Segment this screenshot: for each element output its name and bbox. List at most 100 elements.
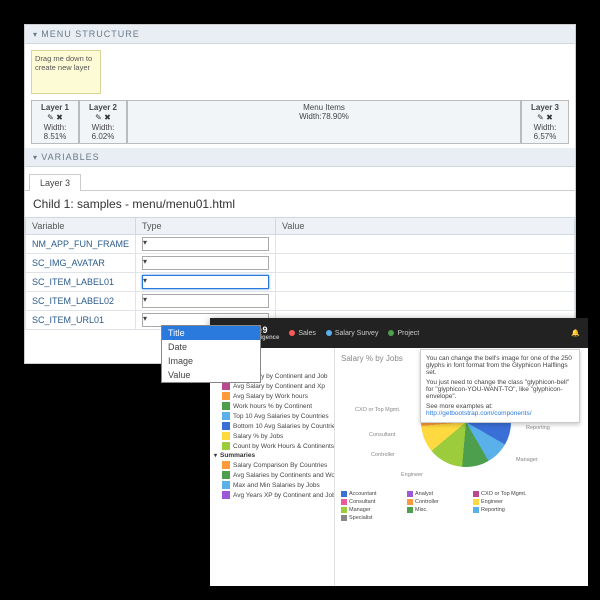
sidebar-item-summary[interactable]: Salary Comparison By Countries: [214, 460, 330, 470]
legend-item[interactable]: Controller: [407, 499, 467, 505]
sidebar-item-summary[interactable]: Max and Min Salaries by Jobs: [214, 480, 330, 490]
legend-item[interactable]: Engineer: [473, 499, 533, 505]
layer-icons[interactable]: ✎ ✖: [524, 113, 566, 122]
table-row: SC_ITEM_LABEL02 ▾: [26, 292, 575, 311]
pie-label: CXO or Top Mgmt.: [355, 407, 400, 413]
chart-icon: [222, 402, 230, 410]
legend-swatch: [473, 499, 479, 505]
layer-title: Layer 2: [82, 103, 124, 112]
legend-item[interactable]: CXO or Top Mgmt.: [473, 491, 533, 497]
layer-width: Width: 6.02%: [82, 123, 124, 141]
pie-label: Manager: [516, 457, 538, 463]
pie-label: Consultant: [369, 432, 395, 438]
pie-label: Engineer: [401, 472, 423, 478]
col-value[interactable]: Value: [276, 218, 575, 235]
legend-swatch: [341, 515, 347, 521]
sidebar-item-summary[interactable]: Avg Years XP by Continent and Job: [214, 490, 330, 500]
dropdown-option[interactable]: Date: [162, 340, 260, 354]
legend-item[interactable]: Accountant: [341, 491, 401, 497]
sidebar-item-summary[interactable]: Avg Salaries by Continents and Work hour…: [214, 470, 330, 480]
tab-bar: Layer 3: [25, 173, 575, 191]
var-name: SC_ITEM_LABEL02: [26, 292, 136, 311]
sidebar: Dashboard Charts Avg Salary by Continent…: [210, 348, 335, 586]
layer-width: Width: 6.57%: [524, 123, 566, 141]
top-nav: scriptcase9 Business Intelligence Sales …: [210, 318, 588, 348]
summary-icon: [222, 471, 230, 479]
legend-swatch: [341, 491, 347, 497]
sidebar-item-chart[interactable]: Bottom 10 Avg Salaries by Countries: [214, 421, 330, 431]
layer-icons[interactable]: ✎ ✖: [34, 113, 76, 122]
chart-icon: [222, 382, 230, 390]
dropdown-option[interactable]: Image: [162, 354, 260, 368]
table-row: NM_APP_FUN_FRAME ▾: [26, 235, 575, 254]
layer-box-3[interactable]: Layer 3 ✎ ✖ Width: 6.57%: [521, 100, 569, 144]
type-select[interactable]: ▾: [142, 294, 269, 308]
table-row: SC_ITEM_LABEL01 ▾: [26, 273, 575, 292]
sidebar-item-chart[interactable]: Count by Work Hours & Continents: [214, 441, 330, 451]
sidebar-group-summaries[interactable]: Summaries: [214, 451, 330, 460]
legend-item[interactable]: Analyst: [407, 491, 467, 497]
legend-item[interactable]: Manager: [341, 507, 401, 513]
bell-area[interactable]: 🔔 You can change the bell's image for on…: [571, 329, 580, 337]
sidebar-item-chart[interactable]: Salary % by Jobs: [214, 431, 330, 441]
legend-item[interactable]: Specialist: [341, 515, 401, 521]
sticky-note[interactable]: Drag me down to create new layer: [31, 50, 101, 94]
tooltip-link[interactable]: http://getbootstrap.com/components/: [426, 410, 532, 417]
layers-row: Layer 1 ✎ ✖ Width: 8.51% Layer 2 ✎ ✖ Wid…: [31, 100, 569, 144]
dot-icon: [326, 330, 332, 336]
type-dropdown[interactable]: Title Date Image Value: [161, 325, 261, 383]
legend-swatch: [407, 491, 413, 497]
nav-project[interactable]: Project: [388, 330, 419, 337]
type-select-open[interactable]: ▾: [142, 275, 269, 289]
tab-layer3[interactable]: Layer 3: [29, 174, 81, 191]
type-select[interactable]: ▾: [142, 256, 269, 270]
summary-icon: [222, 461, 230, 469]
dot-icon: [289, 330, 295, 336]
chart-icon: [222, 442, 230, 450]
dropdown-option[interactable]: Title: [162, 326, 260, 340]
bell-icon[interactable]: 🔔: [571, 330, 580, 337]
legend-item[interactable]: Reporting: [473, 507, 533, 513]
nav-sales[interactable]: Sales: [289, 330, 316, 337]
dashboard-panel: scriptcase9 Business Intelligence Sales …: [210, 318, 588, 586]
legend-swatch: [473, 507, 479, 513]
type-select[interactable]: ▾: [142, 237, 269, 251]
legend-swatch: [341, 507, 347, 513]
col-variable[interactable]: Variable: [26, 218, 136, 235]
sidebar-item-chart[interactable]: Avg Salary by Work hours: [214, 391, 330, 401]
chart-icon: [222, 432, 230, 440]
legend-swatch: [473, 491, 479, 497]
dot-icon: [388, 330, 394, 336]
child-label: Child 1: samples - menu/menu01.html: [25, 191, 575, 217]
dropdown-option[interactable]: Value: [162, 368, 260, 382]
nav-salary-survey[interactable]: Salary Survey: [326, 330, 379, 337]
pie-label: Reporting: [526, 425, 550, 431]
menu-structure-header[interactable]: MENU STRUCTURE: [25, 25, 575, 44]
legend-item[interactable]: Consultant: [341, 499, 401, 505]
var-name: SC_ITEM_URL01: [26, 311, 136, 330]
bell-tooltip: You can change the bell's image for one …: [420, 349, 580, 423]
menu-items-box[interactable]: Menu Items Width:78.90%: [127, 100, 521, 144]
layer-box-1[interactable]: Layer 1 ✎ ✖ Width: 8.51%: [31, 100, 79, 144]
menu-items-width: Width:78.90%: [130, 112, 518, 121]
layer-title: Layer 1: [34, 103, 76, 112]
sidebar-item-chart[interactable]: Top 10 Avg Salaries by Countries: [214, 411, 330, 421]
layer-width: Width: 8.51%: [34, 123, 76, 141]
legend-item[interactable]: Misc.: [407, 507, 467, 513]
layer-icons[interactable]: ✎ ✖: [82, 113, 124, 122]
variables-header[interactable]: VARIABLES: [25, 148, 575, 167]
legend-swatch: [341, 499, 347, 505]
table-row: SC_IMG_AVATAR▾: [26, 254, 575, 273]
chart-icon: [222, 392, 230, 400]
sidebar-item-chart[interactable]: Work hours % by Continent: [214, 401, 330, 411]
col-type[interactable]: Type: [136, 218, 276, 235]
var-name: SC_ITEM_LABEL01: [26, 273, 136, 292]
layer-title: Layer 3: [524, 103, 566, 112]
pie-label: Controller: [371, 452, 395, 458]
variables-table: Variable Type Value NM_APP_FUN_FRAME ▾ SC…: [25, 217, 575, 330]
legend-swatch: [407, 507, 413, 513]
var-name: NM_APP_FUN_FRAME: [26, 235, 136, 254]
summary-icon: [222, 491, 230, 499]
chart-icon: [222, 422, 230, 430]
layer-box-2[interactable]: Layer 2 ✎ ✖ Width: 6.02%: [79, 100, 127, 144]
